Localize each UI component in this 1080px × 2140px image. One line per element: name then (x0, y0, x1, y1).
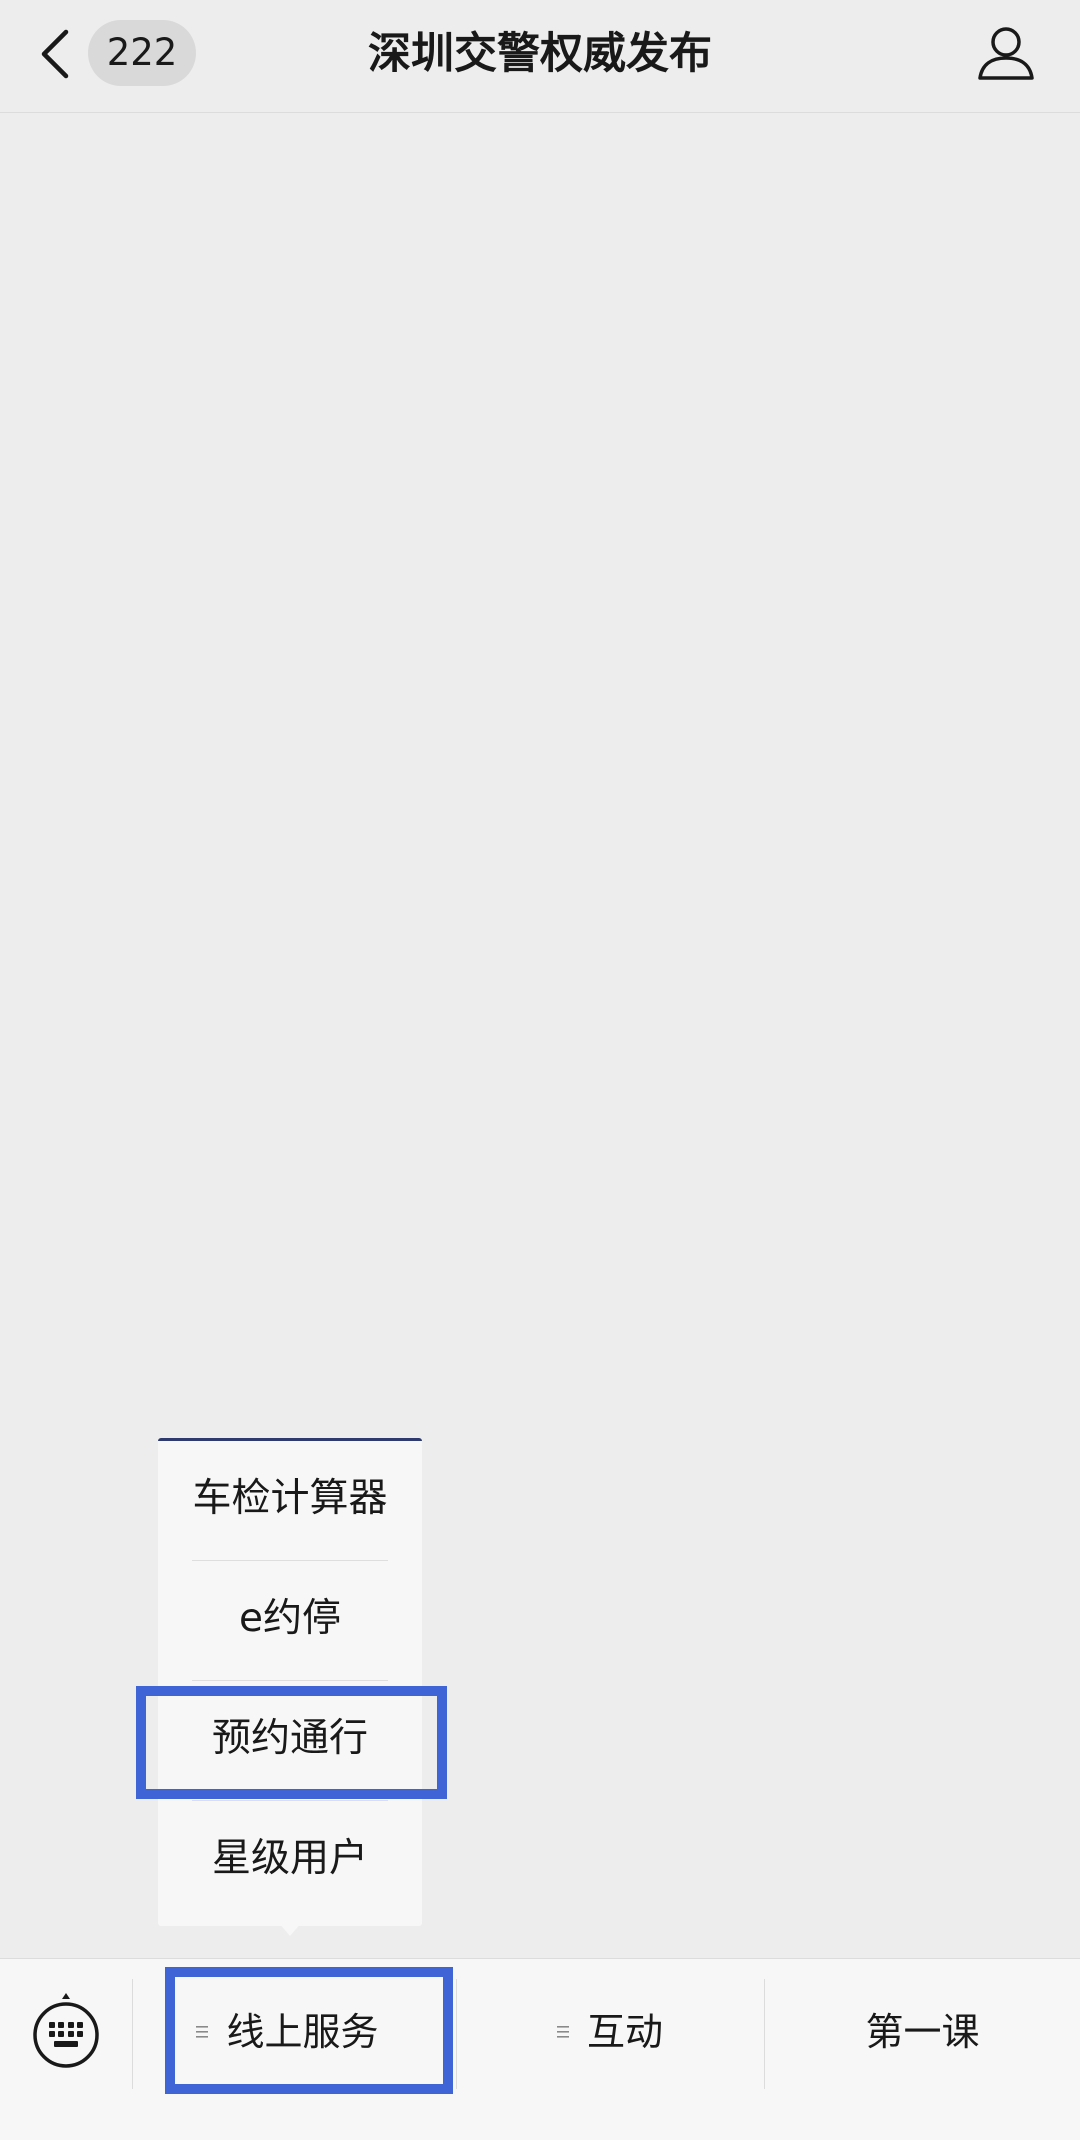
highlight-box-reserved-pass (136, 1686, 447, 1799)
submenu-pointer (278, 1922, 302, 1936)
chevron-left-icon (41, 29, 69, 79)
menu-label: 第一课 (865, 2010, 980, 2054)
menu-first-lesson[interactable]: 第一课 (765, 1959, 1080, 2105)
unread-count-badge[interactable]: 222 (88, 20, 196, 86)
menu-interaction[interactable]: 互动 (457, 1959, 763, 2105)
submenu-popup: 车检计算器 e约停 预约通行 星级用户 (158, 1438, 422, 1926)
keyboard-icon (33, 1993, 99, 2068)
person-icon (978, 27, 1034, 80)
top-nav-bar: 222 深圳交警权威发布 (0, 0, 1080, 113)
submenu-item-e-parking[interactable]: e约停 (158, 1561, 422, 1677)
keyboard-toggle-button[interactable] (30, 1991, 102, 2071)
menu-label: 互动 (586, 2010, 663, 2054)
page-title: 深圳交警权威发布 (368, 29, 712, 79)
menu-lines-icon (556, 2025, 569, 2039)
submenu-item-star-user[interactable]: 星级用户 (158, 1801, 422, 1917)
submenu-item-vehicle-inspection-calculator[interactable]: 车检计算器 (158, 1441, 422, 1557)
bottom-menu-bar: 线上服务 互动 第一课 (0, 1958, 1080, 2140)
profile-button[interactable] (974, 22, 1038, 86)
highlight-box-online-services (165, 1967, 453, 2094)
back-button[interactable] (34, 26, 74, 82)
